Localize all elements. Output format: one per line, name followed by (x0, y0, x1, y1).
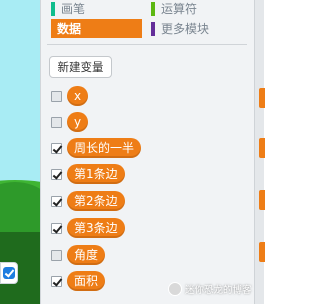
category-operators[interactable]: 运算符 (151, 0, 197, 17)
variable-row: 周长的一半 (51, 138, 142, 158)
show-variable-checkbox[interactable] (51, 168, 62, 180)
block-palette: 画笔 运算符 数据 更多模块 新建变量 x y 周长的一半 第1条边 第2条边 (40, 0, 254, 304)
show-variable-checkbox[interactable] (51, 275, 62, 287)
category-menu: 画笔 运算符 数据 更多模块 (41, 0, 255, 40)
category-label: 运算符 (161, 2, 198, 16)
category-label: 数据 (57, 22, 82, 36)
show-variable-checkbox[interactable] (51, 142, 62, 154)
category-pen[interactable]: 画笔 (51, 0, 85, 17)
variable-row: 第1条边 (51, 164, 125, 184)
show-variable-checkbox[interactable] (51, 116, 62, 128)
check-icon (3, 267, 15, 279)
new-variable-button[interactable]: 新建变量 (49, 56, 112, 78)
variable-reporter[interactable]: 周长的一半 (67, 138, 142, 158)
stage-checkbox[interactable] (0, 262, 18, 284)
category-more-blocks[interactable]: 更多模块 (151, 20, 209, 37)
show-variable-checkbox[interactable] (51, 222, 62, 234)
category-color-bar (151, 1, 155, 16)
variable-row: 第2条边 (51, 191, 125, 211)
variable-reporter[interactable]: 第2条边 (67, 191, 125, 211)
variable-reporter[interactable]: 角度 (67, 245, 106, 265)
category-color-bar (51, 1, 55, 16)
variable-row: x (51, 86, 89, 106)
block-edge (259, 88, 265, 108)
watermark-logo-icon (168, 282, 182, 296)
variable-row: y (51, 112, 89, 132)
category-color-bar (151, 21, 155, 36)
block-edge (259, 138, 265, 158)
variable-reporter[interactable]: y (67, 112, 89, 132)
variable-reporter[interactable]: 面积 (67, 271, 106, 291)
block-edge (259, 242, 265, 262)
show-variable-checkbox[interactable] (51, 90, 62, 102)
block-edge (259, 190, 265, 210)
variable-reporter[interactable]: x (67, 86, 89, 106)
divider (47, 44, 247, 45)
variable-reporter[interactable]: 第3条边 (67, 218, 125, 238)
variable-row: 第3条边 (51, 218, 125, 238)
watermark-text: 迷你恐龙的博客 (185, 285, 252, 296)
category-label: 更多模块 (161, 22, 210, 36)
category-label: 画笔 (61, 2, 86, 16)
variable-row: 角度 (51, 245, 106, 265)
show-variable-checkbox[interactable] (51, 249, 62, 261)
category-data[interactable]: 数据 (51, 19, 142, 38)
variable-reporter[interactable]: 第1条边 (67, 164, 125, 184)
watermark: 迷你恐龙的博客 (168, 278, 260, 300)
stage-preview (0, 0, 40, 304)
variable-row: 面积 (51, 271, 106, 291)
show-variable-checkbox[interactable] (51, 195, 62, 207)
scripts-area-edge (254, 0, 265, 304)
